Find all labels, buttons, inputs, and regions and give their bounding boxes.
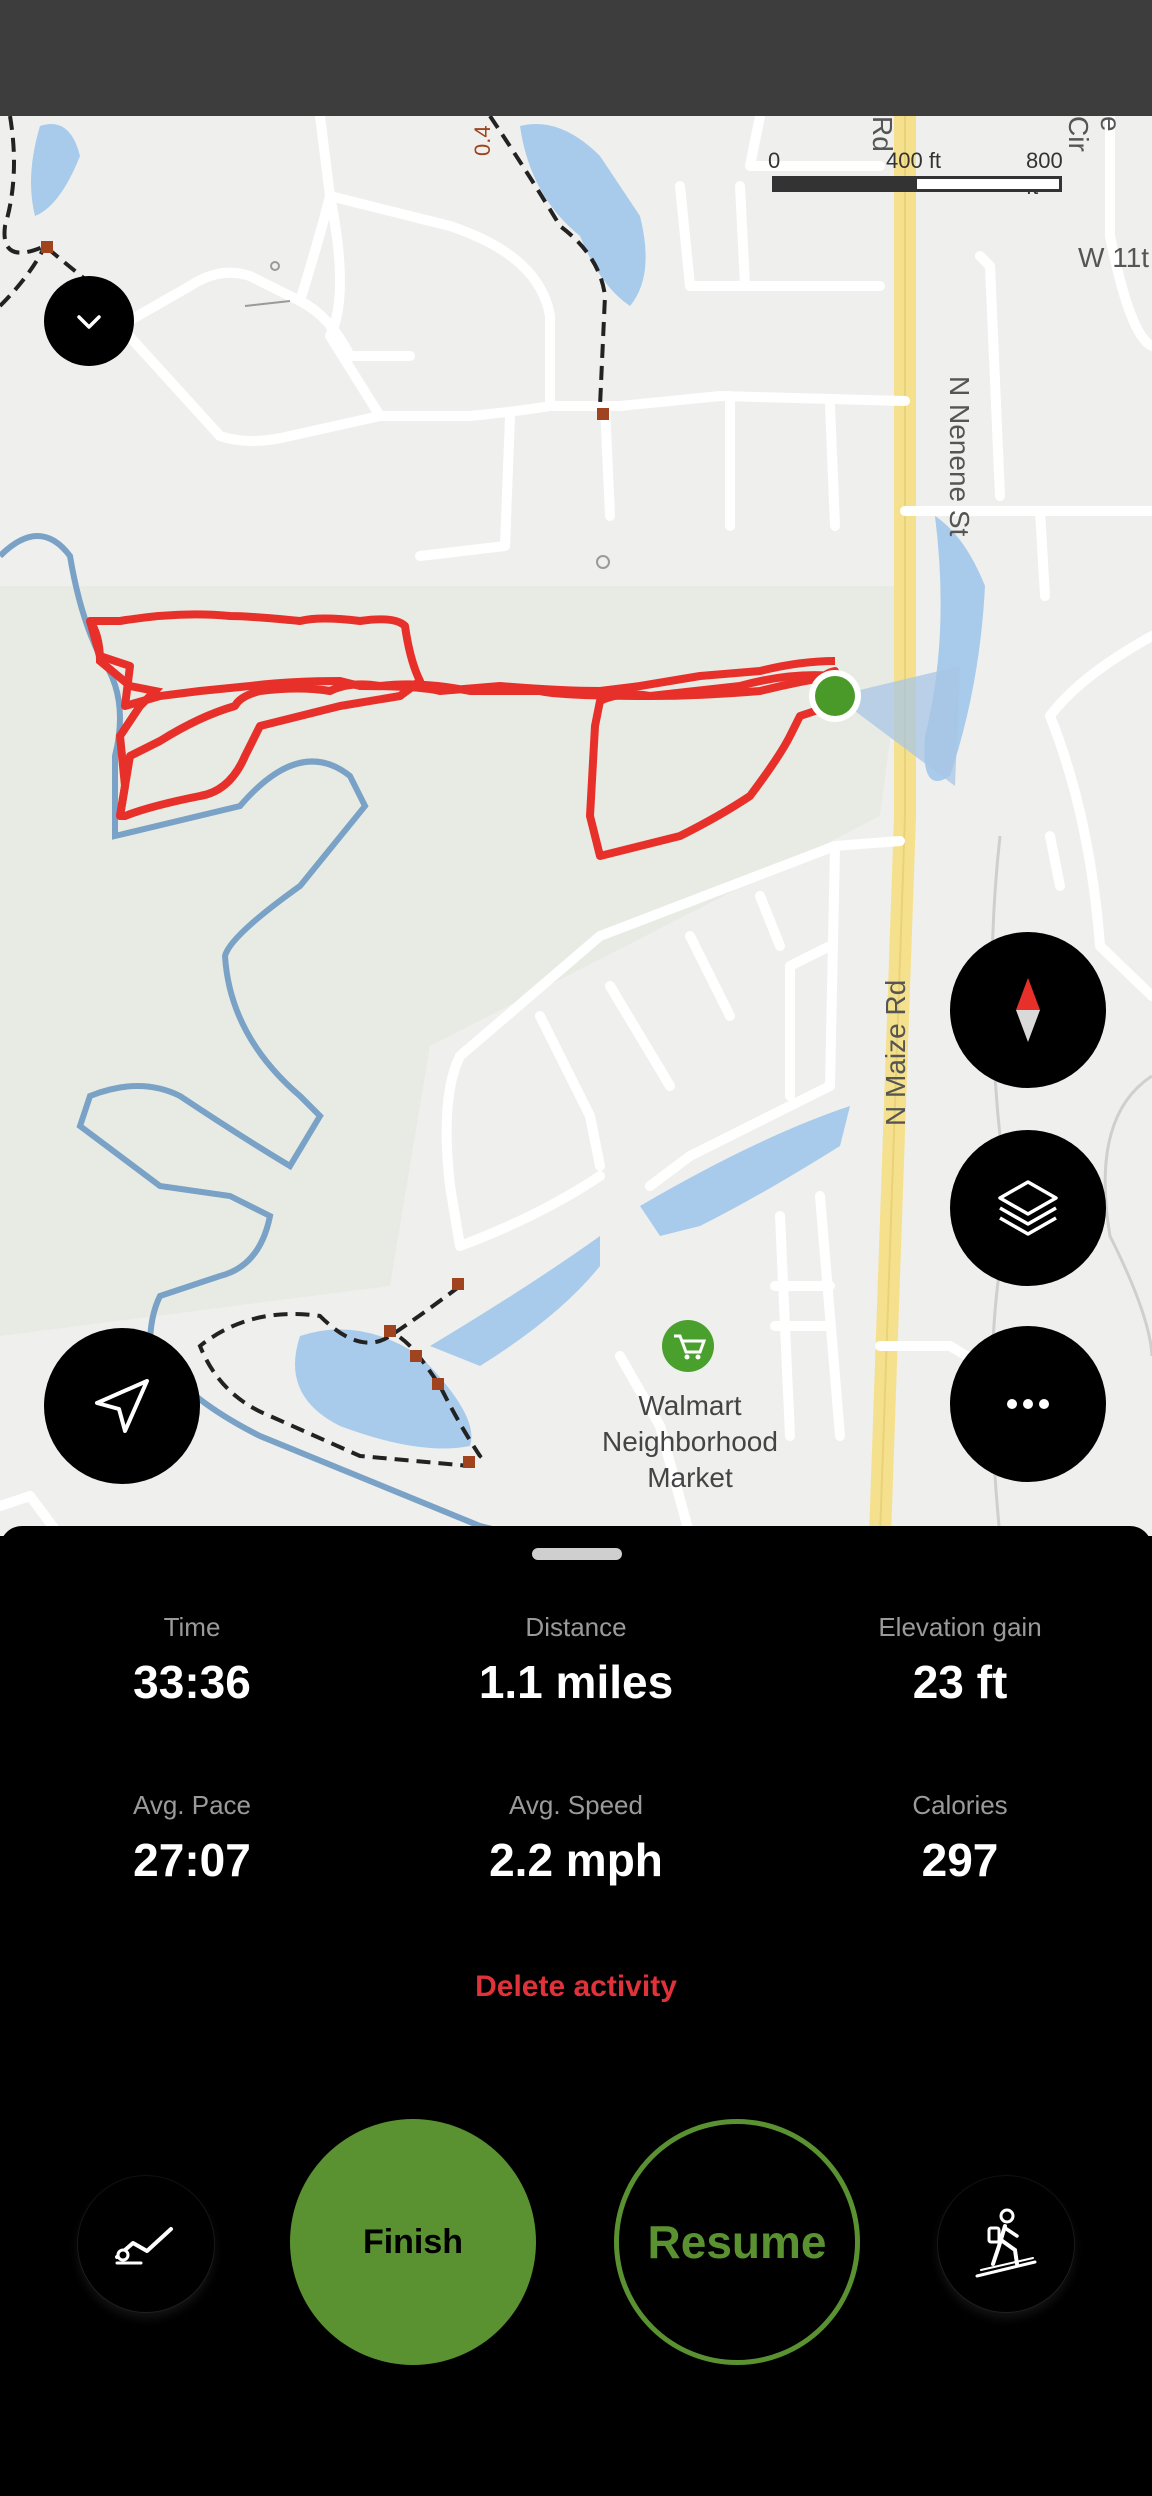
more-options-button[interactable] xyxy=(950,1326,1106,1482)
delete-activity-link[interactable]: Delete activity xyxy=(0,1970,1152,2004)
stat-value: 27:07 xyxy=(133,1834,251,1886)
street-label-maize: N Maize Rd xyxy=(880,979,911,1126)
stat-value: 33:36 xyxy=(133,1656,251,1708)
compass-button[interactable] xyxy=(950,932,1106,1088)
pond-nw xyxy=(31,124,80,216)
scale-zero-label: 0 xyxy=(768,148,781,173)
chevron-down-icon xyxy=(77,315,101,329)
stat-label: Distance xyxy=(525,1612,627,1642)
street-label-w11: W 11t xyxy=(1078,242,1150,273)
locate-me-button[interactable] xyxy=(44,1328,200,1484)
layers-icon xyxy=(998,1180,1058,1236)
shopping-cart-icon[interactable] xyxy=(662,1320,714,1372)
layers-button[interactable] xyxy=(950,1130,1106,1286)
poi-label-walmart[interactable]: Walmart Neighborhood Market xyxy=(560,1388,820,1496)
status-bar xyxy=(0,0,1152,116)
scale-max-label: 800 ft xyxy=(1026,148,1063,199)
stat-distance: Distance 1.1 miles xyxy=(384,1612,768,1709)
stat-label: Avg. Pace xyxy=(132,1790,252,1820)
street-label-nene: N Nenene St xyxy=(944,376,975,537)
map-canvas xyxy=(0,116,1152,1536)
stat-time: Time 33:36 xyxy=(0,1612,384,1709)
more-horizontal-icon xyxy=(1007,1399,1049,1409)
finish-button[interactable]: Finish xyxy=(290,2119,536,2365)
stat-label: Time xyxy=(163,1612,221,1642)
sheet-drag-handle[interactable] xyxy=(532,1548,622,1560)
stat-avg-speed: Avg. Speed 2.2 mph xyxy=(384,1790,768,1887)
stat-label: Elevation gain xyxy=(878,1612,1042,1642)
pond-south-2 xyxy=(430,1236,600,1366)
stat-calories: Calories 297 xyxy=(768,1790,1152,1887)
current-location-dot xyxy=(815,676,855,716)
street-label-rd: Rd xyxy=(867,116,898,152)
poi-name-line1: Walmart xyxy=(638,1390,742,1421)
poi-name-line2: Neighborhood xyxy=(602,1426,778,1457)
resume-button[interactable]: Resume xyxy=(614,2119,860,2365)
stat-value: 2.2 mph xyxy=(489,1834,663,1886)
stat-value: 1.1 miles xyxy=(478,1656,674,1708)
map-scale-bar: 0 400 ft 800 ft xyxy=(768,136,1068,199)
activity-type-button[interactable] xyxy=(938,2176,1074,2312)
activity-summary-sheet: Time 33:36 Distance 1.1 miles Elevation … xyxy=(0,1526,1152,2496)
stat-label: Calories xyxy=(912,1790,1008,1820)
stat-value: 23 ft xyxy=(912,1656,1008,1708)
navigation-arrow-icon xyxy=(95,1379,149,1433)
stat-elevation-gain: Elevation gain 23 ft xyxy=(768,1612,1152,1709)
trail-distance-label: 0.4 xyxy=(470,125,495,156)
poi-name-line3: Market xyxy=(647,1462,733,1493)
scale-mid-label: 400 ft xyxy=(886,148,942,173)
map-view[interactable]: 0 400 ft 800 ft N Maize Rd N Nenene St W… xyxy=(0,116,1152,1536)
stat-value: 297 xyxy=(921,1834,999,1886)
compass-icon xyxy=(1016,978,1040,1042)
hiking-icon xyxy=(975,2208,1037,2278)
chart-line-icon xyxy=(115,2227,173,2265)
stat-label: Avg. Speed xyxy=(509,1790,643,1820)
stats-graph-button[interactable] xyxy=(78,2176,214,2312)
collapse-button[interactable] xyxy=(44,276,134,366)
street-label-cir: e Cir xyxy=(1063,116,1126,152)
stat-avg-pace: Avg. Pace 27:07 xyxy=(0,1790,384,1887)
